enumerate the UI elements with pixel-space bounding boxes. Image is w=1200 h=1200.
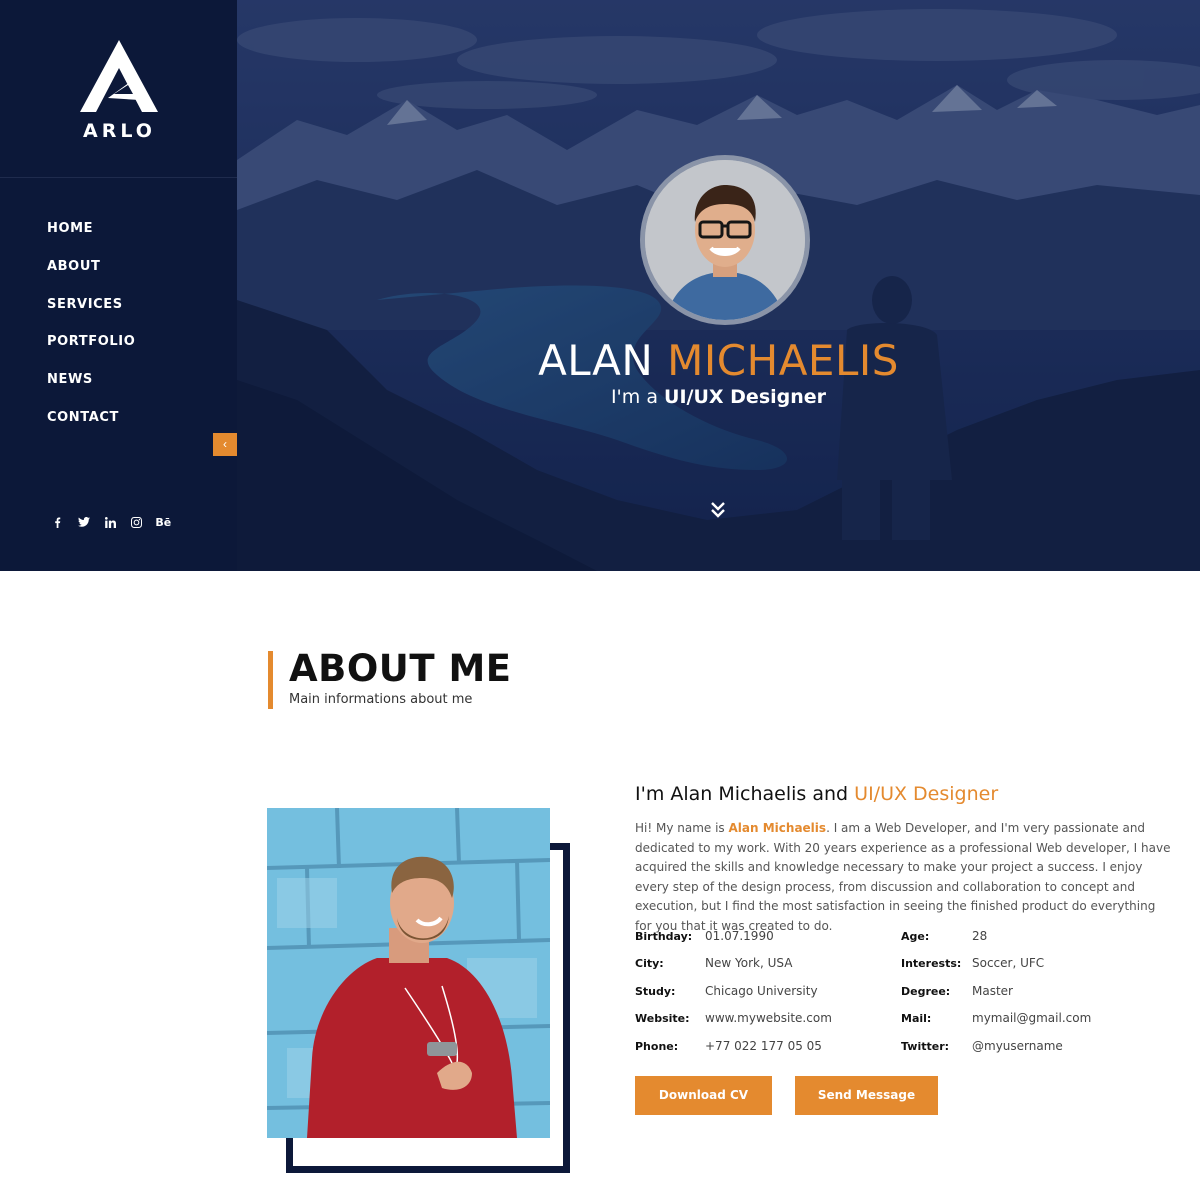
nav-item-contact[interactable]: CONTACT (47, 407, 119, 429)
info-key: Mail: (901, 1012, 932, 1025)
about-bio: Hi! My name is Alan Michaelis. I am a We… (635, 819, 1175, 937)
website-link[interactable]: www.mywebsite.com (705, 1011, 832, 1025)
info-key: Degree: (901, 985, 951, 998)
info-value: Chicago University (705, 984, 818, 998)
double-chevron-down-icon[interactable] (707, 500, 729, 520)
about-title: ABOUT ME (289, 647, 512, 690)
profile-avatar (640, 155, 810, 325)
facebook-icon[interactable] (44, 514, 71, 530)
hero-tagline-prefix: I'm a (610, 386, 658, 408)
hero-tagline: I'm a UI/UX Designer (237, 386, 1200, 408)
sidebar: ARLO HOME ABOUT SERVICES PORTFOLIO NEWS … (0, 0, 237, 571)
info-key: Interests: (901, 957, 962, 970)
main-nav: HOME ABOUT SERVICES PORTFOLIO NEWS CONTA… (47, 218, 135, 445)
info-key: Website: (635, 1012, 690, 1025)
about-photo (267, 808, 550, 1138)
about-intro-role: UI/UX Designer (854, 783, 999, 805)
send-message-button[interactable]: Send Message (795, 1076, 938, 1115)
phone-link[interactable]: +77 022 177 05 05 (705, 1039, 822, 1053)
twitter-link[interactable]: @myusername (972, 1039, 1063, 1053)
email-link[interactable]: mymail@gmail.com (972, 1011, 1091, 1025)
twitter-icon[interactable] (71, 514, 98, 530)
info-value: New York, USA (705, 956, 793, 970)
bio-name: Alan Michaelis (728, 821, 827, 835)
chevron-left-icon: ‹ (223, 437, 227, 451)
hero-last-name: MICHAELIS (667, 336, 899, 385)
personal-info: Birthday: 01.07.1990 Age: 28 City: New Y… (635, 929, 1175, 1066)
nav-item-about[interactable]: ABOUT (47, 256, 100, 278)
sidebar-collapse-button[interactable]: ‹ (213, 433, 237, 456)
info-value: 01.07.1990 (705, 929, 774, 943)
logo-text: ARLO (83, 120, 156, 142)
hero-first-name: ALAN (538, 336, 654, 385)
bio-text: . I am a Web Developer, and I'm very pas… (635, 821, 1171, 933)
about-heading: ABOUT ME Main informations about me (268, 647, 512, 709)
social-links: Bē (44, 514, 177, 530)
nav-item-services[interactable]: SERVICES (47, 294, 123, 316)
bio-prefix: Hi! My name is (635, 821, 725, 835)
info-value: Soccer, UFC (972, 956, 1045, 970)
info-value: 28 (972, 929, 988, 943)
linkedin-icon[interactable] (97, 514, 124, 530)
logo-mark-icon (80, 40, 158, 112)
about-subtitle: Main informations about me (289, 692, 473, 707)
behance-icon[interactable]: Bē (150, 514, 177, 530)
info-key: City: (635, 957, 664, 970)
info-key: Phone: (635, 1040, 679, 1053)
nav-item-news[interactable]: NEWS (47, 369, 93, 391)
hero-tagline-role: UI/UX Designer (664, 386, 827, 408)
info-key: Twitter: (901, 1040, 950, 1053)
hero-banner: ALAN MICHAELIS I'm a UI/UX Designer (237, 0, 1200, 571)
about-portrait-image (267, 808, 550, 1138)
logo[interactable]: ARLO (0, 0, 237, 178)
download-cv-button[interactable]: Download CV (635, 1076, 772, 1115)
profile-portrait-image (645, 160, 805, 320)
info-value: Master (972, 984, 1013, 998)
info-key: Birthday: (635, 930, 693, 943)
nav-item-portfolio[interactable]: PORTFOLIO (47, 331, 135, 353)
nav-item-home[interactable]: HOME (47, 218, 93, 240)
hero-name: ALAN MICHAELIS (237, 336, 1200, 385)
info-key: Age: (901, 930, 930, 943)
instagram-icon[interactable] (124, 514, 151, 530)
info-key: Study: (635, 985, 676, 998)
about-intro-prefix: I'm Alan Michaelis and (635, 783, 849, 805)
about-intro: I'm Alan Michaelis and UI/UX Designer (635, 783, 998, 805)
